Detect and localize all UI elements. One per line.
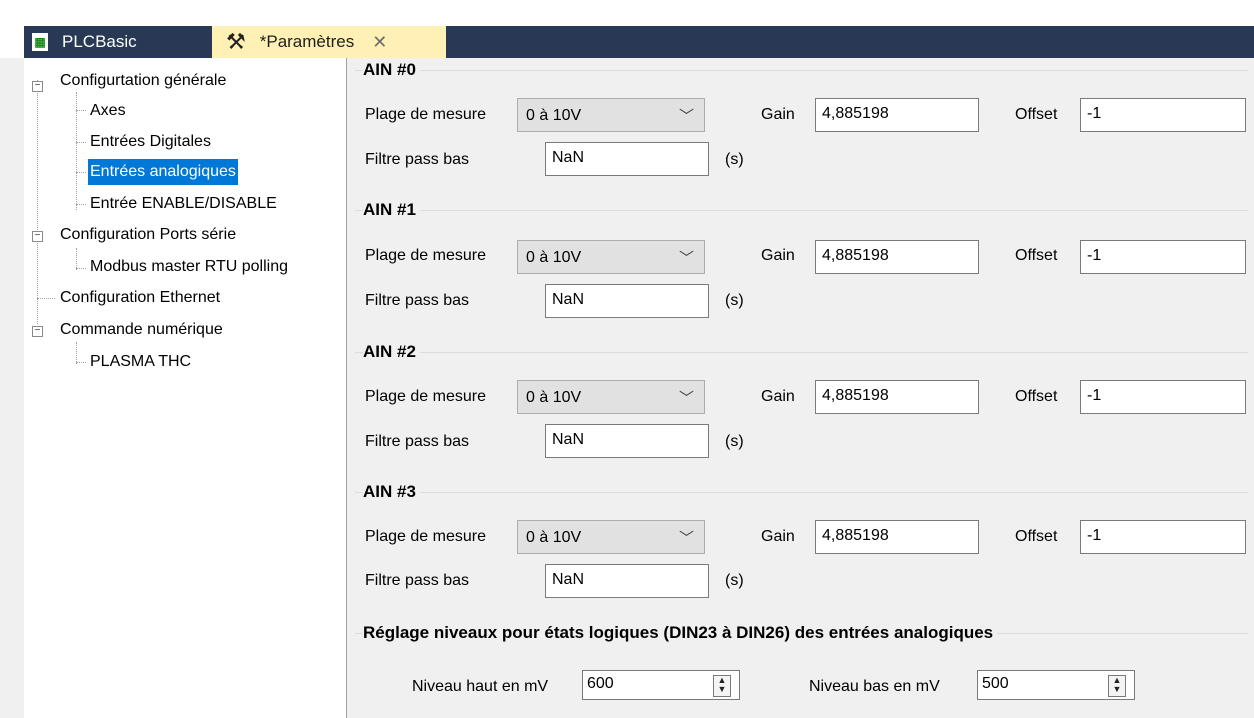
gain-label: Gain [761,528,795,545]
tools-icon: ⚒ [226,29,246,54]
filter-input-ain2[interactable]: NaN [545,424,709,458]
tree-item-label: Axes [90,102,126,119]
tab-parametres[interactable]: ⚒ *Paramètres ✕ [212,26,446,61]
filter-label: Filtre pass bas [365,433,470,450]
chevron-down-icon: ﹀ [678,530,694,547]
analog-inputs-panel: AIN #0 Plage de mesure 0 à 10V ﹀ Gain 4,8… [347,58,1254,718]
filter-input-ain0[interactable]: NaN [545,142,709,176]
gain-input-ain3[interactable]: 4,885198 [815,520,979,554]
tree-item-label: Modbus master RTU polling [90,258,289,275]
offset-label: Offset [1015,528,1058,545]
high-level-stepper[interactable]: 600 ▲ ▼ [582,670,740,700]
offset-input-ain3[interactable]: -1 [1080,520,1246,554]
gain-input-ain1[interactable]: 4,885198 [815,240,979,274]
range-value: 0 à 10V [526,389,582,406]
tab-plcbasic[interactable]: ▦ PLCBasic [24,26,212,58]
tree-connector [76,342,77,364]
tree-item-label: Configuration Ports série [60,226,237,243]
collapse-icon[interactable]: − [32,81,43,92]
tree-item-label: PLASMA THC [90,353,192,370]
tree-connector [37,80,38,324]
tree-connector [76,110,86,111]
range-label: Plage de mesure [365,106,486,123]
group-divider [355,352,1248,353]
tree-item-label: Configuration Ethernet [60,289,221,306]
range-label: Plage de mesure [365,528,486,545]
offset-label: Offset [1015,106,1058,123]
tab-label: *Paramètres [259,32,355,51]
high-level-label: Niveau haut en mV [412,678,549,695]
group-divider [355,70,1248,71]
range-value: 0 à 10V [526,529,582,546]
chevron-down-icon: ﹀ [678,390,694,407]
gain-input-ain0[interactable]: 4,885198 [815,98,979,132]
gain-label: Gain [761,106,795,123]
range-label: Plage de mesure [365,388,486,405]
spin-arrows-icon[interactable]: ▲ ▼ [1108,675,1126,697]
offset-label: Offset [1015,247,1058,264]
chevron-down-icon: ﹀ [678,250,694,267]
seconds-unit: (s) [725,433,744,450]
gain-label: Gain [761,388,795,405]
tree-item-label: Commande numérique [60,321,223,338]
collapse-icon[interactable]: − [32,231,43,242]
offset-input-ain0[interactable]: -1 [1080,98,1246,132]
range-select-ain3[interactable]: 0 à 10V ﹀ [517,520,705,554]
offset-label: Offset [1015,388,1058,405]
high-level-value: 600 [587,675,614,692]
offset-input-ain2[interactable]: -1 [1080,380,1246,414]
spin-arrows-icon[interactable]: ▲ ▼ [713,675,731,697]
gain-input-ain2[interactable]: 4,885198 [815,380,979,414]
filter-input-ain3[interactable]: NaN [545,564,709,598]
seconds-unit: (s) [725,292,744,309]
tree-connector [76,268,86,269]
tree-connector [37,298,55,299]
range-value: 0 à 10V [526,249,582,266]
filter-input-ain1[interactable]: NaN [545,284,709,318]
range-select-ain1[interactable]: 0 à 10V ﹀ [517,240,705,274]
range-label: Plage de mesure [365,247,486,264]
range-value: 0 à 10V [526,107,582,124]
group-divider [355,210,1248,211]
tree-connector [76,172,86,173]
filter-label: Filtre pass bas [365,151,470,168]
group-title-ain0: AIN #0 [363,60,420,80]
tree-connector [76,142,86,143]
seconds-unit: (s) [725,151,744,168]
chevron-down-icon: ﹀ [678,108,694,125]
low-level-stepper[interactable]: 500 ▲ ▼ [977,670,1135,700]
plc-file-icon: ▦ [32,33,48,51]
group-divider [355,492,1248,493]
low-level-value: 500 [982,675,1009,692]
range-select-ain2[interactable]: 0 à 10V ﹀ [517,380,705,414]
offset-input-ain1[interactable]: -1 [1080,240,1246,274]
seconds-unit: (s) [725,572,744,589]
tab-label: PLCBasic [62,32,137,51]
range-select-ain0[interactable]: 0 à 10V ﹀ [517,98,705,132]
collapse-icon[interactable]: − [32,326,43,337]
settings-tree: − − − Configurtation générale Axes Entré… [24,58,347,718]
levels-group-title: Réglage niveaux pour états logiques (DIN… [363,623,998,643]
tree-connector [76,248,77,270]
tree-connector [76,362,86,363]
tree-item-label: Configurtation générale [60,72,227,89]
group-title-ain2: AIN #2 [363,342,420,362]
filter-label: Filtre pass bas [365,572,470,589]
tree-connector [76,204,86,205]
gain-label: Gain [761,247,795,264]
tree-item-label: Entrées analogiques [88,159,238,185]
low-level-label: Niveau bas en mV [809,678,940,695]
group-title-ain1: AIN #1 [363,200,420,220]
tree-item-label: Entrées Digitales [90,133,211,150]
tree-item-label: Entrée ENABLE/DISABLE [90,195,277,212]
group-title-ain3: AIN #3 [363,482,420,502]
filter-label: Filtre pass bas [365,292,470,309]
document-tab-bar: ▦ PLCBasic ⚒ *Paramètres ✕ [0,0,1254,61]
close-icon[interactable]: ✕ [372,32,387,53]
